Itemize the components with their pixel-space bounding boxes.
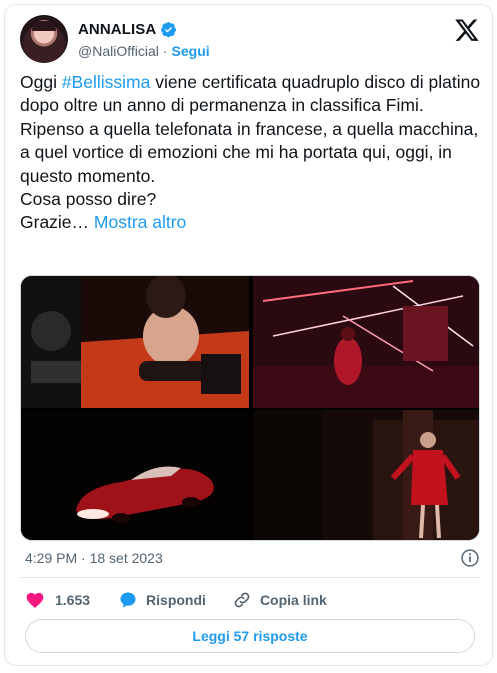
divider (20, 577, 480, 578)
tweet-text-part: Oggi (20, 72, 62, 92)
avatar[interactable] (20, 15, 68, 63)
read-replies-button[interactable]: Leggi 57 risposte (25, 619, 475, 653)
verified-badge-icon (161, 21, 177, 37)
like-button[interactable]: 1.653 (25, 590, 90, 610)
photo-red-suit[interactable] (253, 410, 479, 540)
like-count: 1.653 (55, 592, 91, 608)
reply-button[interactable]: Rispondi (118, 590, 206, 610)
reply-bubble-icon (120, 592, 136, 608)
show-more-link[interactable]: Mostra altro (94, 212, 186, 232)
hashtag-link[interactable]: #Bellissima (62, 72, 151, 92)
info-icon[interactable] (460, 548, 480, 568)
photo-image (21, 410, 249, 540)
heart-icon (26, 592, 44, 608)
photo-image (253, 410, 479, 540)
copy-link-label: Copia link (259, 592, 327, 608)
reply-label: Rispondi (146, 592, 206, 608)
media-grid (20, 275, 480, 541)
action-bar: 1.653 Rispondi Copia link (25, 589, 327, 611)
author-block: ANNALISA @NaliOfficial · Segui (78, 19, 210, 61)
name-row: ANNALISA (78, 19, 210, 39)
tweet-timestamp[interactable]: 4:29 PM · 18 set 2023 (25, 550, 163, 566)
x-logo-icon[interactable] (454, 17, 480, 43)
handle[interactable]: @NaliOfficial (78, 43, 159, 59)
photo-stage-lights[interactable] (253, 276, 479, 408)
display-name[interactable]: ANNALISA (78, 21, 156, 38)
handle-row: @NaliOfficial · Segui (78, 41, 210, 61)
tweet-text-part: viene certificata quadruplo disco di pla… (20, 72, 481, 233)
photo-image (253, 276, 479, 408)
tweet-text: Oggi #Bellissima viene certificata quadr… (20, 71, 485, 235)
tweet-header: ANNALISA @NaliOfficial · Segui (20, 15, 480, 63)
photo-studio-camera[interactable] (21, 276, 249, 408)
separator: · (162, 43, 168, 59)
photo-image (21, 276, 249, 408)
avatar-hair (32, 21, 56, 31)
follow-link[interactable]: Segui (172, 43, 210, 59)
copy-link-button[interactable]: Copia link (232, 590, 327, 610)
photo-red-car[interactable] (21, 410, 249, 540)
tweet-embed-card: ANNALISA @NaliOfficial · Segui Oggi #Bel… (4, 4, 493, 666)
link-icon (234, 592, 250, 608)
